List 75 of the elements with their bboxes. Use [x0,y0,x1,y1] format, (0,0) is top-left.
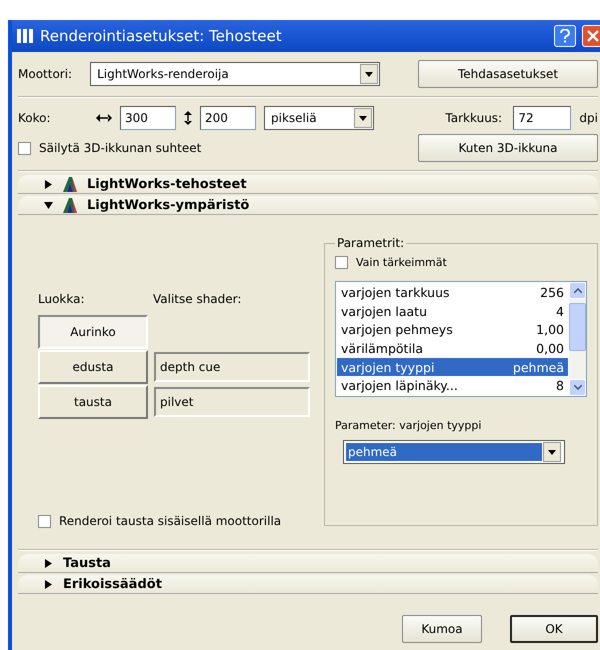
parameter-row[interactable]: varjojen laatu 4 [337,302,568,320]
width-field[interactable]: 300 [120,106,176,130]
parameter-value: 4 [556,304,564,318]
render-background-label: Renderoi tausta sisäisellä moottorilla [59,514,282,528]
expand-triangle-icon[interactable] [44,180,53,188]
unit-dropdown[interactable]: pikseliä [264,106,374,130]
category-button[interactable]: edusta [38,350,148,384]
expand-triangle-icon[interactable] [44,580,53,588]
dropdown-arrow-icon [548,450,556,454]
ok-button[interactable]: OK [510,615,598,643]
parameter-name: varjojen tarkkuus [341,284,450,300]
category-button[interactable]: tausta [38,384,148,418]
parameter-row[interactable]: varjojen läpinäky... 8 [337,376,568,396]
parameter-value-dropdown[interactable]: pehmeä [343,440,565,464]
section-title: Tausta [63,556,111,570]
scrollbar[interactable] [569,282,586,396]
collapse-triangle-icon[interactable] [44,200,53,210]
height-field[interactable]: 200 [200,106,256,130]
keep-ratio-checkbox[interactable] [18,142,31,154]
scroll-down-icon [574,385,582,390]
parameter-value: 8 [556,378,564,394]
section-title: LightWorks-tehosteet [87,176,247,192]
shader-field[interactable]: depth cue [154,352,310,382]
resolution-label: Tarkkuus: [445,111,504,125]
section-header[interactable]: LightWorks-tehosteet [18,175,598,194]
parameter-name: varjojen tyyppi [341,360,434,375]
section-header[interactable]: LightWorks-ympäristö [18,196,598,215]
shader-field[interactable]: pilvet [154,386,310,416]
close-icon [587,30,599,42]
important-only-label: Vain tärkeimmät [356,256,447,269]
resolution-field[interactable]: 72 [513,106,572,130]
dropdown-arrow-icon [359,116,367,120]
parameter-name: varjojen pehmeys [341,322,453,338]
dropdown-arrow-icon [365,72,374,76]
engine-label: Moottori: [18,67,72,81]
important-only-checkbox[interactable] [335,256,348,269]
keep-ratio-label: Säilytä 3D-ikkunan suhteet [39,141,202,155]
parameter-row[interactable]: varjojen tyyppi pehmeä [337,358,568,376]
cancel-button[interactable]: Kumoa [402,615,482,643]
parameter-row[interactable]: värilämpötila 0,00 [337,339,568,358]
size-label: Koko: [18,111,52,125]
parameter-row[interactable]: varjojen pehmeys 1,00 [337,320,568,340]
section-header[interactable]: Erikoissäädöt [18,575,598,594]
vertical-arrow-icon [184,111,192,125]
lightworks-logo-icon [63,198,77,212]
like-3d-window-button[interactable]: Kuten 3D-ikkuna [418,134,598,162]
parameter-value: 256 [540,284,564,300]
category-label: Luokka: [38,292,86,306]
resolution-unit: dpi [579,111,598,125]
parameters-title: Parametrit: [336,236,406,250]
section-title: Erikoissäädöt [63,576,162,592]
scroll-up-icon [574,288,582,293]
section-title: LightWorks-ympäristö [87,198,250,212]
parameter-name: varjojen laatu [341,304,427,318]
section-header[interactable]: Tausta [18,554,598,573]
parameter-value: 0,00 [536,340,564,356]
category-button[interactable]: Aurinko [38,314,148,348]
render-background-checkbox[interactable] [38,514,51,528]
parameter-name: värilämpötila [341,340,424,356]
help-button[interactable] [554,25,576,47]
window-title: Renderointiasetukset: Tehosteet [40,27,283,45]
lightworks-logo-icon [63,176,77,192]
close-button[interactable] [582,25,600,47]
parameter-caption: Parameter: varjojen tyyppi [335,419,482,432]
expand-triangle-icon[interactable] [44,558,53,568]
help-icon [560,29,570,43]
parameter-name: varjojen läpinäky... [341,378,458,394]
factory-settings-button[interactable]: Tehdasasetukset [418,60,598,88]
shader-label: Valitse shader: [153,292,242,306]
horizontal-arrow-icon [96,114,112,122]
engine-dropdown[interactable]: LightWorks-renderoija [90,62,380,86]
parameter-row[interactable]: varjojen tarkkuus 256 [337,283,568,302]
parameter-value: 1,00 [536,322,564,338]
app-icon [16,28,34,44]
parameter-value: pehmeä [512,360,564,375]
